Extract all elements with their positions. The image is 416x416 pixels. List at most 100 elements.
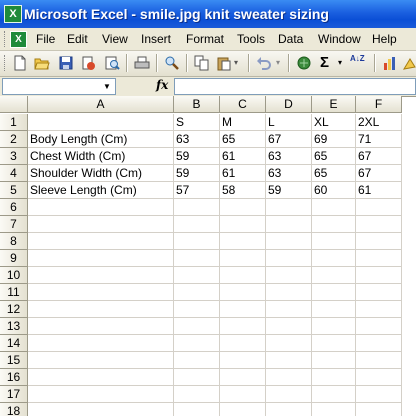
chart-wizard-icon[interactable]	[382, 55, 398, 71]
cell-a16[interactable]	[28, 369, 174, 386]
autosum-icon[interactable]: Σ	[320, 55, 329, 71]
save-icon[interactable]	[58, 55, 74, 71]
cell-d11[interactable]	[266, 284, 312, 301]
cell-e16[interactable]	[312, 369, 356, 386]
cell-e6[interactable]	[312, 199, 356, 216]
column-header-b[interactable]: B	[174, 96, 220, 113]
cell-f5[interactable]: 61	[356, 182, 402, 199]
cell-e18[interactable]	[312, 403, 356, 416]
cell-b12[interactable]	[174, 301, 220, 318]
cell-a15[interactable]	[28, 352, 174, 369]
worksheet-grid[interactable]: A B C D E F 1 S M L XL 2XL 2 Body Length (Cm) 63 65 67 69…	[0, 96, 416, 416]
sort-ascending-icon[interactable]: A↓Z	[350, 55, 368, 71]
cell-b1[interactable]: S	[174, 114, 220, 131]
insert-function-icon[interactable]: fx	[156, 78, 168, 92]
cell-a13[interactable]	[28, 318, 174, 335]
row-header-11[interactable]: 11	[0, 284, 28, 301]
cell-a4[interactable]: Shoulder Width (Cm)	[28, 165, 174, 182]
row-header-14[interactable]: 14	[0, 335, 28, 352]
name-box[interactable]: ▼	[2, 78, 116, 95]
row-header-1[interactable]: 1	[0, 114, 28, 131]
cell-c14[interactable]	[220, 335, 266, 352]
cell-d10[interactable]	[266, 267, 312, 284]
menu-view[interactable]: View	[102, 32, 128, 46]
print-icon[interactable]	[134, 55, 150, 71]
cell-e7[interactable]	[312, 216, 356, 233]
cell-a5[interactable]: Sleeve Length (Cm)	[28, 182, 174, 199]
cell-b3[interactable]: 59	[174, 148, 220, 165]
toolbar-grip[interactable]	[4, 55, 8, 71]
menu-file[interactable]: File	[36, 32, 55, 46]
cell-b18[interactable]	[174, 403, 220, 416]
cell-e2[interactable]: 69	[312, 131, 356, 148]
menu-help[interactable]: Help	[372, 32, 397, 46]
cell-b5[interactable]: 57	[174, 182, 220, 199]
menu-data[interactable]: Data	[278, 32, 303, 46]
cell-f17[interactable]	[356, 386, 402, 403]
cell-c5[interactable]: 58	[220, 182, 266, 199]
autosum-dropdown-arrow-icon[interactable]: ▾	[338, 55, 342, 71]
cell-e9[interactable]	[312, 250, 356, 267]
cell-c7[interactable]	[220, 216, 266, 233]
formula-input[interactable]	[174, 78, 416, 95]
cell-e12[interactable]	[312, 301, 356, 318]
row-header-7[interactable]: 7	[0, 216, 28, 233]
cell-e8[interactable]	[312, 233, 356, 250]
cell-d8[interactable]	[266, 233, 312, 250]
row-header-13[interactable]: 13	[0, 318, 28, 335]
undo-dropdown-arrow-icon[interactable]: ▾	[276, 55, 280, 71]
title-bar[interactable]: X Microsoft Excel - smile.jpg knit sweat…	[0, 0, 416, 28]
cell-c10[interactable]	[220, 267, 266, 284]
cell-e13[interactable]	[312, 318, 356, 335]
cell-b6[interactable]	[174, 199, 220, 216]
menu-edit[interactable]: Edit	[67, 32, 88, 46]
cell-d9[interactable]	[266, 250, 312, 267]
cell-a3[interactable]: Chest Width (Cm)	[28, 148, 174, 165]
cell-f16[interactable]	[356, 369, 402, 386]
row-header-3[interactable]: 3	[0, 148, 28, 165]
cell-a6[interactable]	[28, 199, 174, 216]
name-box-dropdown-icon[interactable]: ▼	[99, 79, 115, 94]
cell-f7[interactable]	[356, 216, 402, 233]
cell-b4[interactable]: 59	[174, 165, 220, 182]
cell-a7[interactable]	[28, 216, 174, 233]
cell-a11[interactable]	[28, 284, 174, 301]
open-icon[interactable]	[34, 55, 50, 71]
cell-d15[interactable]	[266, 352, 312, 369]
cell-c6[interactable]	[220, 199, 266, 216]
cell-e5[interactable]: 60	[312, 182, 356, 199]
column-header-c[interactable]: C	[220, 96, 266, 113]
row-header-10[interactable]: 10	[0, 267, 28, 284]
cell-f18[interactable]	[356, 403, 402, 416]
undo-icon[interactable]	[256, 55, 272, 71]
cell-f4[interactable]: 67	[356, 165, 402, 182]
cell-b13[interactable]	[174, 318, 220, 335]
cell-a9[interactable]	[28, 250, 174, 267]
cell-e3[interactable]: 65	[312, 148, 356, 165]
cell-f12[interactable]	[356, 301, 402, 318]
workbook-icon[interactable]: X	[10, 31, 27, 48]
cell-b9[interactable]	[174, 250, 220, 267]
select-all-corner[interactable]	[0, 96, 28, 113]
cell-c1[interactable]: M	[220, 114, 266, 131]
grip-handle[interactable]	[4, 31, 8, 47]
cell-b14[interactable]	[174, 335, 220, 352]
cell-d2[interactable]: 67	[266, 131, 312, 148]
row-header-2[interactable]: 2	[0, 131, 28, 148]
research-icon[interactable]	[164, 55, 180, 71]
row-header-12[interactable]: 12	[0, 301, 28, 318]
cell-d18[interactable]	[266, 403, 312, 416]
drawing-icon[interactable]	[402, 55, 416, 71]
row-header-6[interactable]: 6	[0, 199, 28, 216]
cell-b17[interactable]	[174, 386, 220, 403]
cell-f13[interactable]	[356, 318, 402, 335]
cell-a8[interactable]	[28, 233, 174, 250]
cell-c8[interactable]	[220, 233, 266, 250]
cell-c16[interactable]	[220, 369, 266, 386]
row-header-18[interactable]: 18	[0, 403, 28, 416]
row-header-9[interactable]: 9	[0, 250, 28, 267]
column-header-f[interactable]: F	[356, 96, 402, 113]
paste-dropdown-arrow-icon[interactable]: ▾	[234, 55, 238, 71]
cell-d1[interactable]: L	[266, 114, 312, 131]
cell-f10[interactable]	[356, 267, 402, 284]
